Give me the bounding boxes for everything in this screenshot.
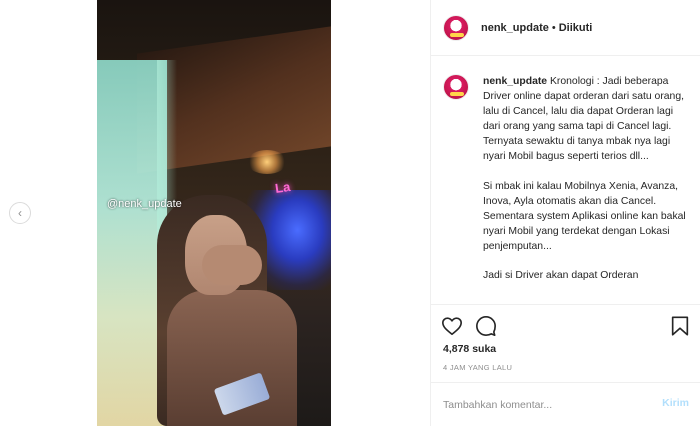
- previous-post-button[interactable]: ‹: [9, 202, 31, 224]
- post-comment-button[interactable]: Kirim: [662, 397, 689, 409]
- post-header: nenk_update • Diikuti: [431, 0, 700, 56]
- header-username[interactable]: nenk_update: [481, 22, 549, 34]
- video-lamp: [247, 150, 287, 174]
- post-caption: nenk_update Kronologi : Jadi beberapa Dr…: [483, 74, 689, 303]
- avatar[interactable]: [443, 14, 469, 41]
- video-sign-text: La: [274, 179, 292, 196]
- post-video[interactable]: La @nenk_update: [97, 0, 331, 426]
- post-actions: [431, 304, 700, 346]
- caption-paragraph-3: Jadi si Driver akan dapat Orderan: [483, 270, 639, 282]
- comment-input[interactable]: [443, 397, 643, 413]
- video-watermark: @nenk_update: [107, 198, 182, 210]
- video-person-hand: [202, 245, 262, 285]
- comments-area[interactable]: nenk_update Kronologi : Jadi beberapa Dr…: [431, 57, 700, 303]
- follow-status-button[interactable]: Diikuti: [559, 22, 593, 34]
- likes-count[interactable]: 4,878 suka: [443, 343, 496, 355]
- caption-paragraph-2: Si mbak ini kalau Mobilnya Xenia, Avanza…: [483, 180, 689, 252]
- caption-paragraph-1: Kronologi : Jadi beberapa Driver online …: [483, 76, 687, 163]
- bookmark-icon[interactable]: [669, 315, 691, 337]
- header-separator: •: [551, 21, 556, 34]
- media-area: La @nenk_update ‹: [0, 0, 430, 426]
- caption-username[interactable]: nenk_update: [483, 76, 547, 87]
- chevron-left-icon: ‹: [18, 206, 22, 220]
- comment-form: Kirim: [431, 382, 700, 426]
- post-timestamp[interactable]: 4 JAM YANG LALU: [443, 363, 512, 372]
- caption-avatar[interactable]: [443, 74, 469, 100]
- post-side-panel: nenk_update • Diikuti nenk_update Kronol…: [430, 0, 700, 426]
- heart-icon[interactable]: [441, 315, 463, 337]
- comment-icon[interactable]: [475, 315, 497, 337]
